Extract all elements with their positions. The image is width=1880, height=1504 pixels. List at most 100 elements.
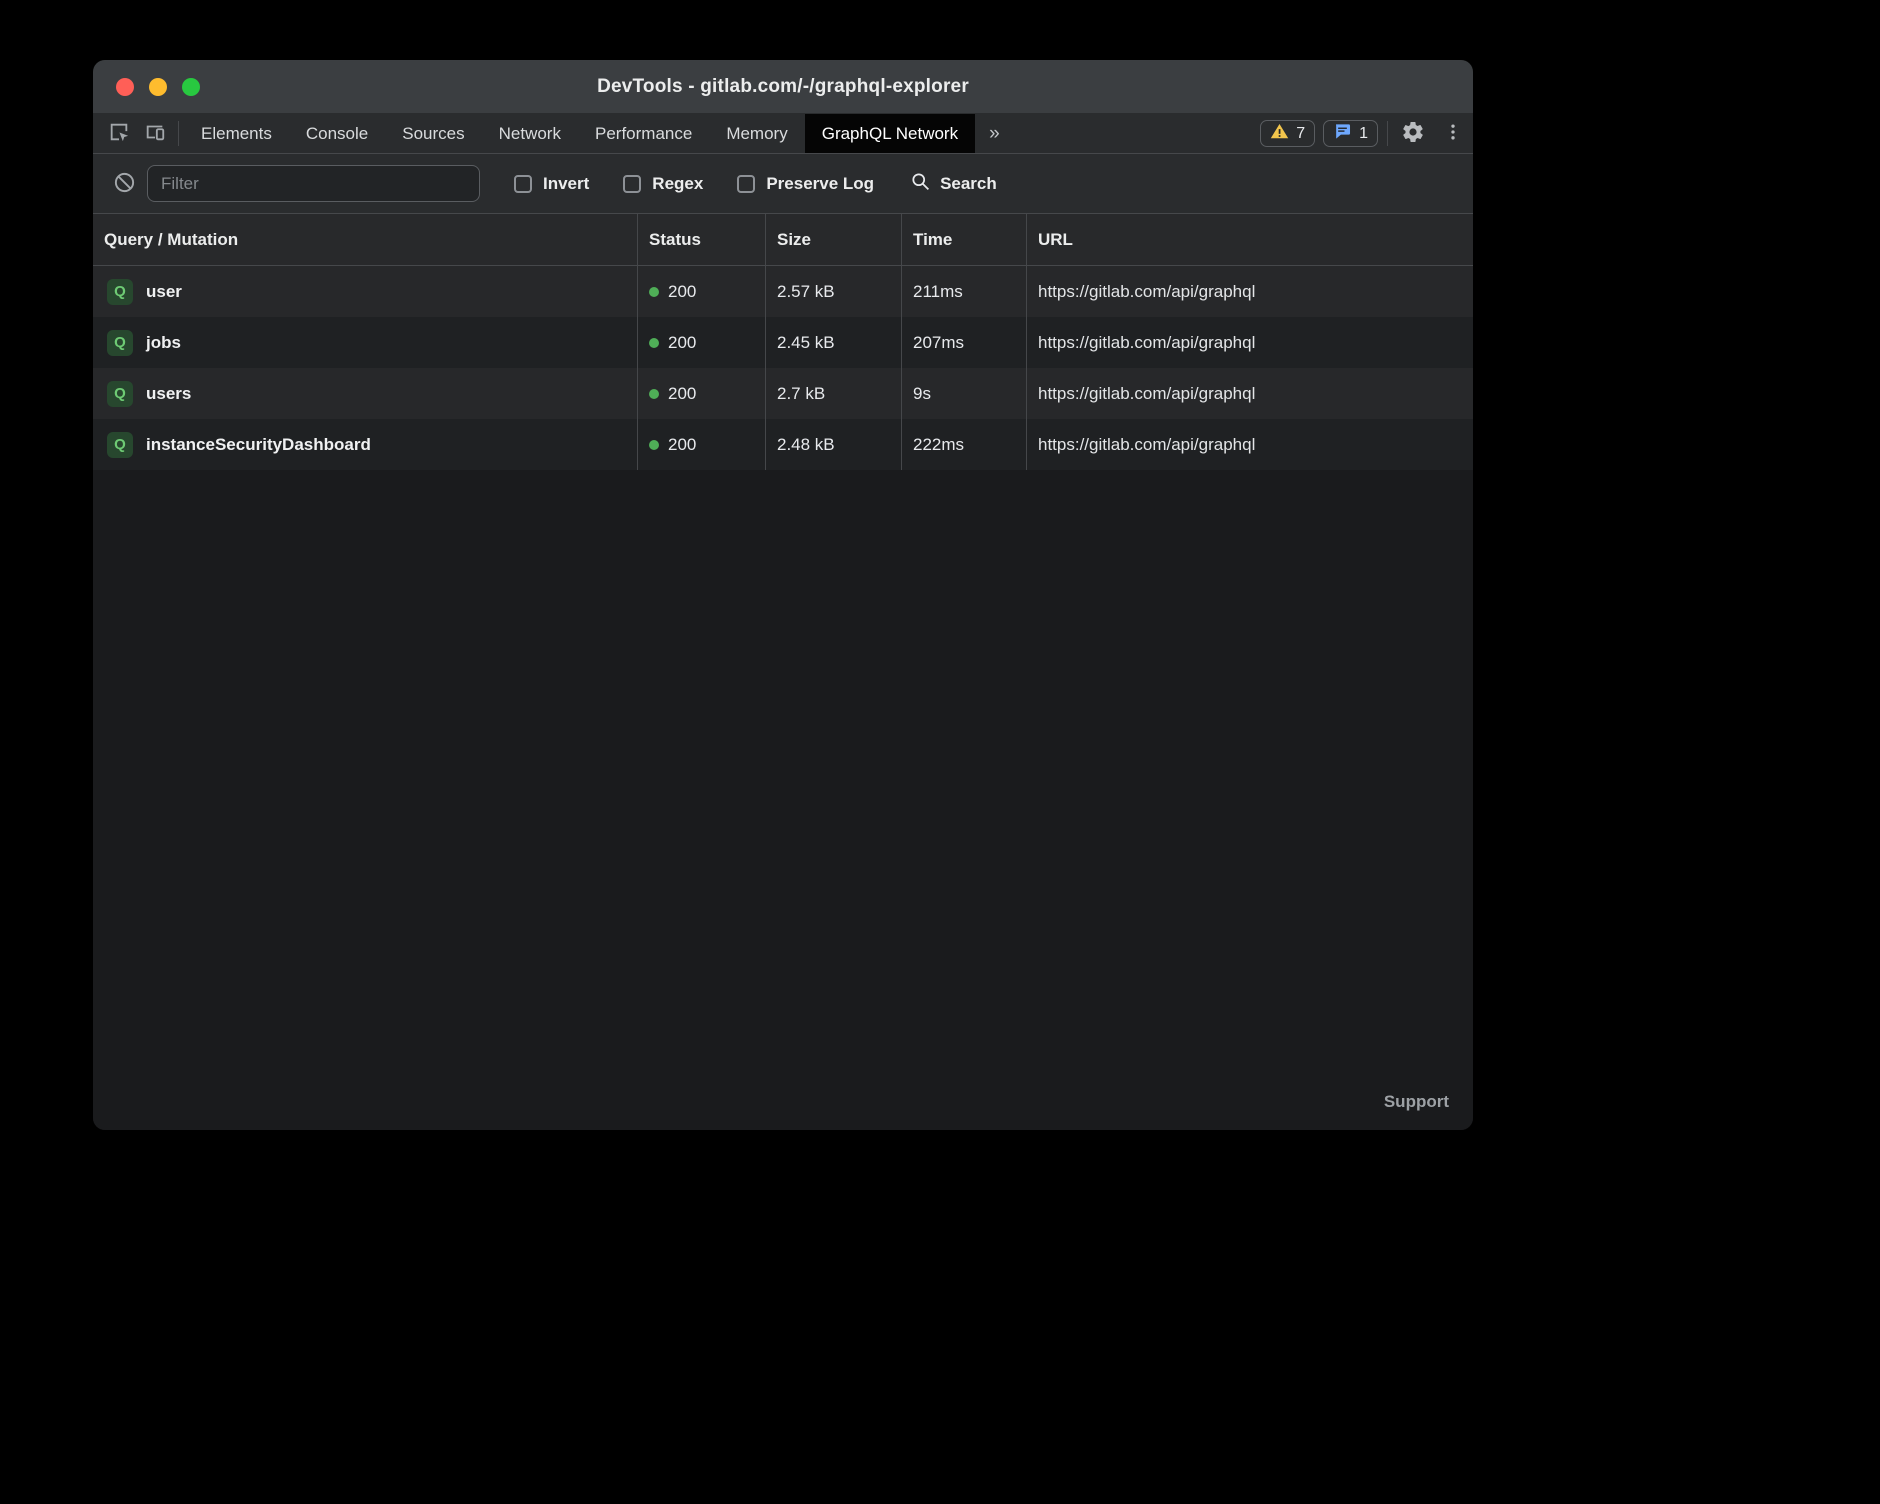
table-header-row: Query / Mutation Status Size Time URL xyxy=(93,214,1473,266)
size-cell: 2.57 kB xyxy=(765,266,901,317)
filter-toolbar: Invert Regex Preserve Log Search xyxy=(93,154,1473,214)
status-cell: 200 xyxy=(637,368,765,419)
status-ok-dot-icon xyxy=(649,389,659,399)
tab-memory[interactable]: Memory xyxy=(709,114,804,153)
panel-footer: Support xyxy=(93,1084,1473,1130)
clear-log-button[interactable] xyxy=(107,167,141,201)
kebab-menu-icon xyxy=(1443,122,1463,145)
query-cell: Q user xyxy=(93,266,637,317)
status-ok-dot-icon xyxy=(649,287,659,297)
block-icon xyxy=(113,171,136,197)
tab-elements[interactable]: Elements xyxy=(184,114,289,153)
status-code: 200 xyxy=(668,435,696,455)
invert-label: Invert xyxy=(543,174,589,194)
column-header-url[interactable]: URL xyxy=(1026,214,1473,265)
tab-sources[interactable]: Sources xyxy=(385,114,481,153)
operation-name: users xyxy=(146,384,191,404)
search-icon xyxy=(910,171,931,197)
query-cell: Q instanceSecurityDashboard xyxy=(93,419,637,470)
time-cell: 211ms xyxy=(901,266,1026,317)
zoom-window-button[interactable] xyxy=(182,78,200,96)
inspect-cursor-icon xyxy=(108,121,130,146)
time-cell: 207ms xyxy=(901,317,1026,368)
status-cell: 200 xyxy=(637,317,765,368)
more-tabs-button[interactable]: » xyxy=(975,114,1014,153)
empty-table-area xyxy=(93,470,1473,1084)
request-url: https://gitlab.com/api/graphql xyxy=(1038,384,1255,404)
request-url: https://gitlab.com/api/graphql xyxy=(1038,282,1255,302)
inspect-element-button[interactable] xyxy=(101,114,137,153)
preserve-log-checkbox-box xyxy=(737,175,755,193)
query-type-badge: Q xyxy=(107,279,133,305)
toolbar-separator xyxy=(178,121,179,146)
table-row[interactable]: Q users 200 2.7 kB 9s https://gitlab.com… xyxy=(93,368,1473,419)
url-cell: https://gitlab.com/api/graphql xyxy=(1026,317,1473,368)
operation-name: jobs xyxy=(146,333,181,353)
gear-icon xyxy=(1401,120,1425,147)
titlebar[interactable]: DevTools - gitlab.com/-/graphql-explorer xyxy=(93,60,1473,114)
invert-checkbox-box xyxy=(514,175,532,193)
settings-button[interactable] xyxy=(1393,114,1433,153)
tabbar-spacer xyxy=(1014,114,1257,153)
regex-checkbox[interactable]: Regex xyxy=(623,174,703,194)
request-url: https://gitlab.com/api/graphql xyxy=(1038,333,1255,353)
status-ok-dot-icon xyxy=(649,440,659,450)
operation-name: user xyxy=(146,282,182,302)
size-cell: 2.45 kB xyxy=(765,317,901,368)
device-toolbar-icon xyxy=(144,121,166,146)
tab-graphql-network[interactable]: GraphQL Network xyxy=(805,114,975,153)
query-cell: Q jobs xyxy=(93,317,637,368)
status-code: 200 xyxy=(668,333,696,353)
query-cell: Q users xyxy=(93,368,637,419)
status-code: 200 xyxy=(668,384,696,404)
column-header-time[interactable]: Time xyxy=(901,214,1026,265)
issues-badge[interactable]: 1 xyxy=(1323,120,1378,147)
column-header-query-mutation[interactable]: Query / Mutation xyxy=(93,214,637,265)
devtools-window: DevTools - gitlab.com/-/graphql-explorer… xyxy=(93,60,1473,1130)
message-bubble-icon xyxy=(1333,122,1352,146)
preserve-log-checkbox[interactable]: Preserve Log xyxy=(737,174,874,194)
operation-name: instanceSecurityDashboard xyxy=(146,435,371,455)
search-label: Search xyxy=(940,174,997,194)
minimize-window-button[interactable] xyxy=(149,78,167,96)
size-cell: 2.48 kB xyxy=(765,419,901,470)
tab-performance[interactable]: Performance xyxy=(578,114,709,153)
url-cell: https://gitlab.com/api/graphql xyxy=(1026,368,1473,419)
time-cell: 9s xyxy=(901,368,1026,419)
query-type-badge: Q xyxy=(107,381,133,407)
url-cell: https://gitlab.com/api/graphql xyxy=(1026,266,1473,317)
devtools-tabbar: Elements Console Sources Network Perform… xyxy=(93,114,1473,154)
preserve-log-label: Preserve Log xyxy=(766,174,874,194)
warnings-badge[interactable]: 7 xyxy=(1260,120,1315,147)
warning-triangle-icon xyxy=(1270,122,1289,146)
status-ok-dot-icon xyxy=(649,338,659,348)
tab-console[interactable]: Console xyxy=(289,114,385,153)
regex-checkbox-box xyxy=(623,175,641,193)
toolbar-separator xyxy=(1387,121,1388,146)
regex-label: Regex xyxy=(652,174,703,194)
status-code: 200 xyxy=(668,282,696,302)
tab-network[interactable]: Network xyxy=(482,114,578,153)
close-window-button[interactable] xyxy=(116,78,134,96)
status-cell: 200 xyxy=(637,419,765,470)
table-row[interactable]: Q user 200 2.57 kB 211ms https://gitlab.… xyxy=(93,266,1473,317)
issues-count: 1 xyxy=(1359,125,1368,143)
time-cell: 222ms xyxy=(901,419,1026,470)
support-link[interactable]: Support xyxy=(1384,1092,1449,1112)
request-url: https://gitlab.com/api/graphql xyxy=(1038,435,1255,455)
size-cell: 2.7 kB xyxy=(765,368,901,419)
url-cell: https://gitlab.com/api/graphql xyxy=(1026,419,1473,470)
column-header-size[interactable]: Size xyxy=(765,214,901,265)
traffic-lights xyxy=(116,78,200,96)
devtools-menu-button[interactable] xyxy=(1433,114,1473,153)
device-toolbar-button[interactable] xyxy=(137,114,173,153)
invert-checkbox[interactable]: Invert xyxy=(514,174,589,194)
table-row[interactable]: Q instanceSecurityDashboard 200 2.48 kB … xyxy=(93,419,1473,470)
window-title: DevTools - gitlab.com/-/graphql-explorer xyxy=(93,76,1473,98)
filter-input[interactable] xyxy=(147,165,480,202)
status-cell: 200 xyxy=(637,266,765,317)
search-button[interactable]: Search xyxy=(910,171,997,197)
table-row[interactable]: Q jobs 200 2.45 kB 207ms https://gitlab.… xyxy=(93,317,1473,368)
column-header-status[interactable]: Status xyxy=(637,214,765,265)
query-type-badge: Q xyxy=(107,432,133,458)
